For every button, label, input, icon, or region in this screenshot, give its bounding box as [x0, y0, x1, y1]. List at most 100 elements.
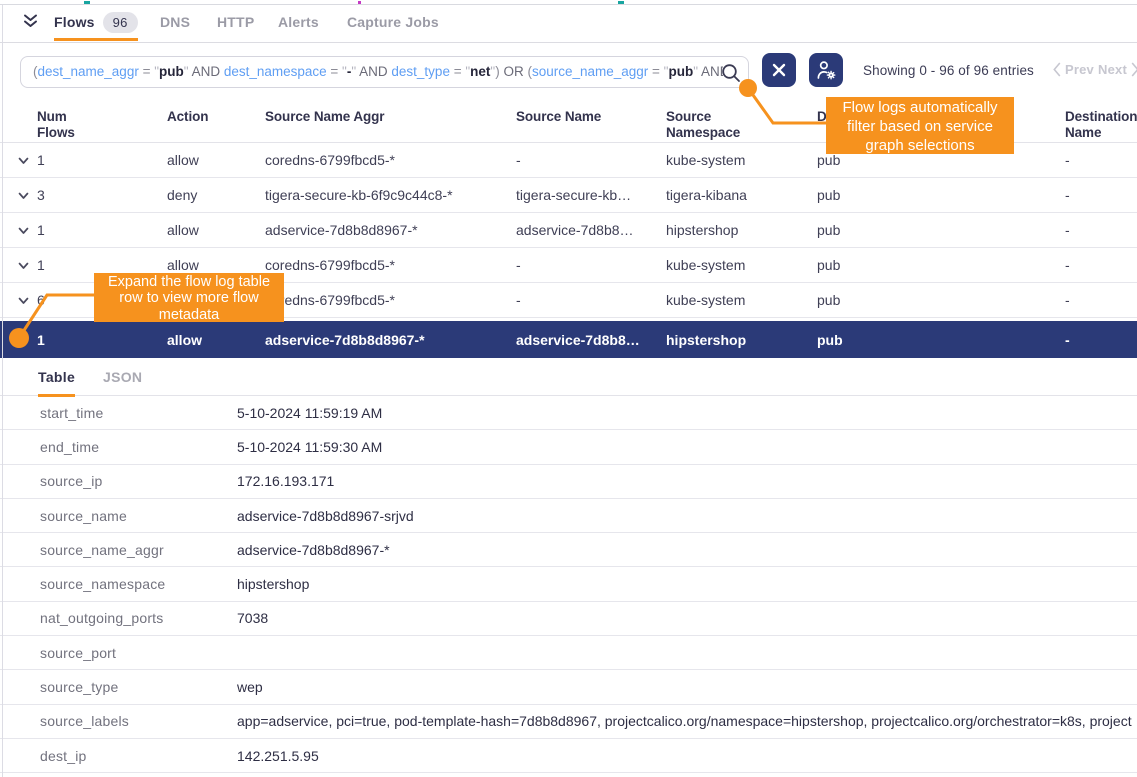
- detail-field-value: app=adservice, pci=true, pod-template-ha…: [237, 713, 1137, 729]
- query-token: net: [470, 64, 490, 79]
- close-icon: [772, 63, 786, 77]
- flows-count-badge: 96: [103, 12, 138, 33]
- query-token: =: [450, 64, 465, 79]
- query-token: dest_name_aggr: [38, 64, 139, 79]
- next-button[interactable]: Next: [1098, 62, 1127, 77]
- tab-http-label: HTTP: [217, 14, 254, 30]
- row-expand-chevron-icon[interactable]: [18, 156, 37, 165]
- tab-flows[interactable]: Flows 96: [54, 6, 138, 43]
- tab-dns[interactable]: DNS: [160, 6, 190, 43]
- flow-cell: -: [1065, 292, 1137, 308]
- detail-field-key: source_name_aggr: [40, 542, 237, 558]
- detail-field-row: source_typewep: [0, 670, 1137, 704]
- detail-field-row: source_ip172.16.193.171: [0, 465, 1137, 499]
- query-token: AND: [189, 64, 224, 79]
- flow-row[interactable]: 3denytigera-secure-kb-6f9c9c44c8-*tigera…: [0, 178, 1137, 213]
- flow-row[interactable]: 1allowadservice-7d8b8d8967-*adservice-7d…: [0, 213, 1137, 248]
- top-sliver: [0, 0, 1137, 5]
- query-token: pub: [668, 64, 693, 79]
- callout-line: Flow logs automatically: [826, 98, 1014, 117]
- detail-field-key: start_time: [40, 405, 237, 421]
- flow-cell: tigera-secure-kb-6f9c9c44c8-*: [265, 187, 516, 203]
- flow-cell: pub: [817, 222, 1065, 238]
- flow-cell: 3: [37, 187, 167, 203]
- query-token: pub: [159, 64, 184, 79]
- row-expand-chevron-icon[interactable]: [18, 226, 37, 235]
- flow-cell: allow: [167, 257, 265, 273]
- pagination: Prev Next: [1053, 62, 1137, 77]
- detail-field-row: start_time5-10-2024 11:59:19 AM: [0, 396, 1137, 430]
- query-token: =: [139, 64, 154, 79]
- flow-cell: adservice-7d8b8…: [516, 222, 666, 238]
- flow-cell: hipstershop: [666, 332, 817, 348]
- query-token: dest_namespace: [224, 64, 327, 79]
- row-expand-chevron-icon[interactable]: [18, 261, 37, 270]
- tab-http[interactable]: HTTP: [217, 6, 254, 43]
- detail-field-row: dest_ip142.251.5.95: [0, 739, 1137, 773]
- flow-row-selected[interactable]: 1allowadservice-7d8b8d8967-*adservice-7d…: [0, 321, 1137, 358]
- detail-field-value: wep: [237, 679, 1137, 695]
- detail-field-value: 172.16.193.171: [237, 473, 1137, 489]
- flow-cell: kube-system: [666, 292, 817, 308]
- clear-filter-button[interactable]: [762, 53, 796, 87]
- prev-bracket-icon: [1053, 62, 1061, 77]
- collapse-panel-icon[interactable]: [23, 14, 38, 28]
- detail-field-row: nat_outgoing_ports7038: [0, 602, 1137, 636]
- tab-capture-jobs[interactable]: Capture Jobs: [347, 6, 439, 43]
- search-icon[interactable]: [721, 63, 741, 88]
- detail-tab-json[interactable]: JSON: [103, 358, 142, 396]
- detail-field-value: hipstershop: [237, 576, 1137, 592]
- query-token: dest_type: [391, 64, 450, 79]
- filter-query-input[interactable]: (dest_name_aggr = "pub" AND dest_namespa…: [20, 56, 749, 88]
- flow-cell: allow: [167, 152, 265, 168]
- detail-field-value: 5-10-2024 11:59:19 AM: [237, 405, 1137, 421]
- detail-field-key: source_name: [40, 508, 237, 524]
- query-token: AND: [356, 64, 391, 79]
- row-expand-chevron-icon[interactable]: [18, 191, 37, 200]
- tab-flows-label: Flows: [54, 14, 95, 30]
- flow-cell: -: [516, 292, 666, 308]
- prev-button[interactable]: Prev: [1065, 62, 1094, 77]
- panel-left-border: [2, 5, 3, 777]
- callout-expand-row: Expand the flow log table row to view mo…: [94, 273, 284, 322]
- query-token: =: [327, 64, 342, 79]
- detail-tabbar: Table JSON: [0, 358, 1137, 396]
- flow-cell: kube-system: [666, 152, 817, 168]
- callout-line: Expand the flow log table: [94, 274, 284, 290]
- tab-dns-label: DNS: [160, 14, 190, 30]
- detail-field-key: source_labels: [40, 713, 237, 729]
- detail-field-value: 5-10-2024 11:59:30 AM: [237, 439, 1137, 455]
- query-token: source_name_aggr: [532, 64, 648, 79]
- flow-cell: 1: [37, 222, 167, 238]
- detail-tab-table[interactable]: Table: [38, 358, 75, 396]
- detail-field-key: nat_outgoing_ports: [40, 610, 237, 626]
- detail-field-row: source_name_aggradservice-7d8b8d8967-*: [0, 533, 1137, 567]
- tab-alerts-label: Alerts: [278, 14, 319, 30]
- kv-rows: start_time5-10-2024 11:59:19 AMend_time5…: [0, 396, 1137, 773]
- tab-alerts[interactable]: Alerts: [278, 6, 319, 43]
- filter-query-text: (dest_name_aggr = "pub" AND dest_namespa…: [33, 57, 723, 87]
- row-expand-chevron-icon[interactable]: [18, 296, 37, 305]
- detail-field-value: 7038: [237, 610, 1137, 626]
- user-settings-button[interactable]: [809, 53, 843, 87]
- query-token: OR: [500, 64, 528, 79]
- flow-cell: coredns-6799fbcd5-*: [265, 257, 516, 273]
- tab-capture-jobs-label: Capture Jobs: [347, 14, 439, 30]
- flow-cell: coredns-6799fbcd5-*: [265, 292, 516, 308]
- top-sliver-artifact: [358, 1, 361, 4]
- detail-field-row: source_nameadservice-7d8b8d8967-srjvd: [0, 499, 1137, 533]
- flow-cell: allow: [167, 222, 265, 238]
- column-header-destination-name: DestinationName: [1065, 109, 1137, 141]
- callout-line: graph selections: [826, 136, 1014, 155]
- callout-flow-logs-filter: Flow logs automatically filter based on …: [826, 97, 1014, 154]
- flow-cell: deny: [167, 187, 265, 203]
- flow-cell: -: [516, 152, 666, 168]
- column-header-source-name: Source Name: [516, 109, 666, 125]
- query-token: AND: [698, 64, 723, 79]
- flow-cell: pub: [817, 292, 1065, 308]
- detail-field-key: end_time: [40, 439, 237, 455]
- flow-cell: 1: [37, 332, 167, 348]
- flow-cell: hipstershop: [666, 222, 817, 238]
- detail-field-key: source_namespace: [40, 576, 237, 592]
- flow-cell: kube-system: [666, 257, 817, 273]
